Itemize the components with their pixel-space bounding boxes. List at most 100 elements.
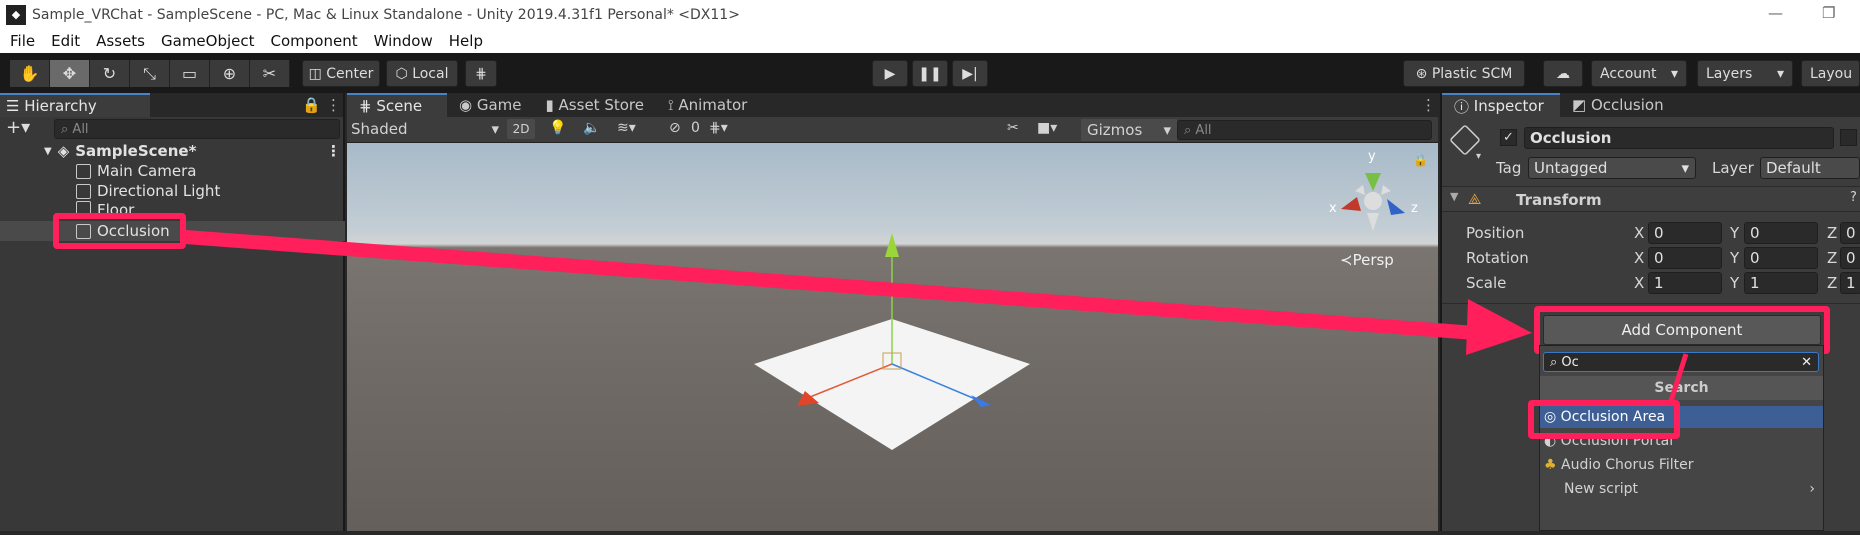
z-axis-arrow[interactable] — [971, 395, 991, 407]
static-checkbox[interactable] — [1840, 129, 1857, 146]
gizmo-y-cone[interactable] — [1365, 173, 1381, 191]
gizmo-neg-x-cone[interactable] — [1381, 185, 1391, 195]
perspective-toggle[interactable]: ≺Persp — [1340, 251, 1394, 269]
hidden-objects-icon[interactable]: ⊘ — [669, 120, 681, 136]
plastic-scm-button[interactable]: ⊛ Plastic SCM — [1403, 60, 1525, 87]
tab-animator[interactable]: ⟟ Animator — [655, 93, 760, 117]
tools-icon[interactable]: ✂ — [1007, 120, 1019, 136]
lock-icon[interactable]: 🔒 — [302, 96, 321, 114]
rotation-x-field[interactable]: 0 — [1648, 247, 1722, 269]
search-icon: ⌕ — [1184, 122, 1196, 138]
result-audio-chorus-filter[interactable]: ♣ Audio Chorus Filter — [1540, 454, 1823, 476]
transform-tool-icon[interactable]: ⊕ — [210, 60, 250, 87]
rect-tool-icon[interactable]: ▭ — [170, 60, 210, 87]
grid-snap-icon[interactable]: ⋕ — [465, 60, 497, 87]
grid-toggle-icon[interactable]: ⋕▾ — [709, 120, 728, 136]
scale-x-field[interactable]: 1 — [1648, 272, 1722, 294]
maximize-icon[interactable]: ❐ — [1822, 4, 1835, 22]
menu-component[interactable]: Component — [271, 32, 358, 50]
audio-icon[interactable]: 🔈 — [583, 120, 600, 136]
unity-logo-icon: ◆ — [6, 4, 26, 25]
gizmo-lock-icon[interactable]: 🔒 — [1413, 153, 1428, 167]
y-axis-arrow[interactable] — [885, 233, 899, 257]
menu-window[interactable]: Window — [374, 32, 433, 50]
search-icon: ⌕ — [61, 121, 73, 137]
hierarchy-search-input[interactable]: ⌕ All — [54, 119, 340, 139]
play-icon[interactable]: ▶ — [872, 60, 908, 87]
unity-scene-icon: ◈ — [57, 142, 70, 160]
shading-dropdown[interactable]: Shaded ▾ — [351, 120, 499, 138]
tab-scene[interactable]: ⋕ Scene — [347, 93, 447, 117]
expand-arrow-icon[interactable]: ▼ — [44, 146, 52, 157]
scene-root-row[interactable]: ▼ ◈ SampleScene* ⋮ — [0, 141, 345, 161]
layers-dropdown[interactable]: Layers ▾ — [1697, 60, 1793, 87]
tab-game[interactable]: ◉ Game — [447, 93, 534, 117]
menu-edit[interactable]: Edit — [51, 32, 80, 50]
cloud-icon[interactable]: ☁ — [1543, 60, 1583, 87]
menu-gameobject[interactable]: GameObject — [161, 32, 255, 50]
step-icon[interactable]: ▶| — [952, 60, 988, 87]
gizmos-dropdown[interactable]: Gizmos ▾ — [1081, 119, 1177, 141]
create-plus-icon[interactable]: +▾ — [6, 117, 30, 138]
layer-dropdown[interactable]: Default — [1760, 157, 1860, 179]
scale-z-field[interactable]: 1 — [1840, 272, 1860, 294]
gizmo-x-cone[interactable] — [1341, 197, 1361, 211]
rotation-y-field[interactable]: 0 — [1744, 247, 1818, 269]
collapse-arrow-icon[interactable]: ▼ — [1450, 190, 1458, 203]
layout-dropdown[interactable]: Layou — [1801, 60, 1860, 87]
gameobject-cube-icon — [76, 183, 91, 199]
effects-icon[interactable]: ≋▾ — [617, 120, 636, 136]
pivot-local-button[interactable]: ⬡ Local — [386, 60, 458, 87]
move-tool-icon[interactable]: ✥ — [50, 60, 90, 87]
minimize-icon[interactable]: — — [1768, 4, 1783, 22]
hand-tool-icon[interactable]: ✋ — [10, 60, 50, 87]
help-icon[interactable]: ? — [1850, 190, 1857, 205]
z-label: Z — [1827, 224, 1838, 242]
more-menu-icon[interactable]: ⋮ — [326, 96, 341, 114]
object-name-field[interactable]: Occlusion — [1524, 127, 1834, 149]
scale-tool-icon[interactable]: ⤡ — [130, 60, 170, 87]
component-search-input[interactable]: ⌕ Oc ✕ — [1543, 352, 1819, 372]
scene-viewport[interactable]: x y z 🔒 ≺Persp — [347, 143, 1438, 531]
position-z-field[interactable]: 0 — [1840, 222, 1860, 244]
camera-icon[interactable]: ■▾ — [1037, 120, 1057, 136]
tag-dropdown[interactable]: Untagged ▾ — [1528, 157, 1696, 179]
more-menu-icon[interactable]: ⋮ — [1421, 96, 1436, 114]
tab-hierarchy[interactable]: ☰ Hierarchy — [0, 93, 150, 117]
icon-dropdown-arrow-icon[interactable]: ▾ — [1476, 151, 1481, 162]
pivot-center-button[interactable]: ◫ Center — [302, 60, 380, 87]
active-checkbox[interactable]: ✓ — [1500, 129, 1517, 146]
position-y-field[interactable]: 0 — [1744, 222, 1818, 244]
position-x-field[interactable]: 0 — [1648, 222, 1722, 244]
pause-icon[interactable]: ❚❚ — [912, 60, 948, 87]
account-dropdown[interactable]: Account ▾ — [1591, 60, 1687, 87]
tab-occlusion[interactable]: ◩ Occlusion — [1560, 93, 1676, 117]
transform-header[interactable]: ▼ ⟁ Transform ? — [1442, 186, 1860, 212]
list-item[interactable]: Main Camera — [0, 161, 345, 181]
scale-y-field[interactable]: 1 — [1744, 272, 1818, 294]
list-item[interactable]: Floor — [0, 201, 345, 213]
scene-search-input[interactable]: ⌕ All — [1177, 120, 1432, 140]
audio-filter-icon: ♣ — [1544, 457, 1562, 473]
menu-file[interactable]: File — [10, 32, 35, 50]
custom-tool-icon[interactable]: ✂ — [250, 60, 290, 87]
list-item[interactable]: Directional Light — [0, 181, 345, 201]
rotation-z-field[interactable]: 0 — [1840, 247, 1860, 269]
menu-assets[interactable]: Assets — [96, 32, 145, 50]
gizmo-neg-y-cone[interactable] — [1367, 213, 1379, 231]
tab-asset-store[interactable]: ▮ Asset Store — [533, 93, 656, 117]
tab-inspector[interactable]: ⓘ Inspector — [1442, 93, 1560, 117]
clear-search-icon[interactable]: ✕ — [1801, 355, 1812, 370]
gizmo-neg-z-cone[interactable] — [1355, 185, 1365, 195]
y-label: Y — [1730, 224, 1740, 242]
gizmo-x-label: x — [1329, 201, 1337, 216]
hierarchy-search-placeholder: All — [72, 121, 89, 137]
rotate-tool-icon[interactable]: ↻ — [90, 60, 130, 87]
lighting-icon[interactable]: 💡 — [549, 120, 566, 136]
orientation-gizmo-center[interactable] — [1364, 192, 1382, 210]
toggle-2d-button[interactable]: 2D — [507, 119, 535, 139]
gizmo-z-cone[interactable] — [1387, 199, 1405, 215]
scene-menu-icon[interactable]: ⋮ — [326, 142, 341, 160]
menu-help[interactable]: Help — [449, 32, 483, 50]
result-new-script[interactable]: New script › — [1540, 478, 1823, 500]
